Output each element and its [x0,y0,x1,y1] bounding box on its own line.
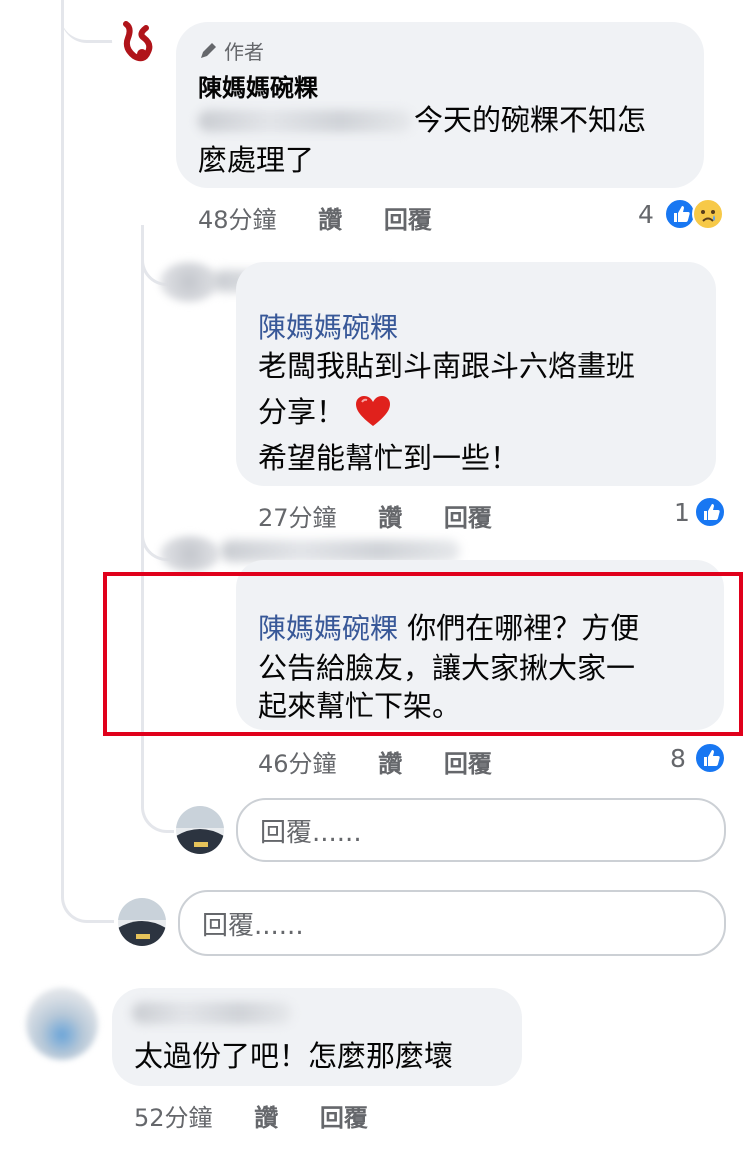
current-user-avatar[interactable] [118,898,166,946]
red-heart-icon [356,396,391,426]
comment-text-line2: 麼處理了 [198,143,315,177]
reply-meta-2: 46分鐘 讚 回覆 [258,744,526,779]
current-user-avatar[interactable] [176,806,224,854]
reaction-count[interactable]: 4 [638,200,654,229]
comment-meta-2: 52分鐘 讚 回覆 [134,1098,402,1133]
reply-text-line3: 希望能幫忙到一些！ [258,441,520,475]
comment-bubble-author: 作者 陳媽媽碗粿 今天的碗粿不知怎 麼處理了 [176,22,704,188]
reply-time: 46分鐘 [258,750,337,778]
highlight-box [103,572,743,736]
reply-action[interactable]: 回覆 [444,750,492,778]
blurred-name [220,540,460,562]
reply-input-thread[interactable]: 回覆...... [178,890,726,956]
reply-action[interactable]: 回覆 [444,504,492,532]
like-action[interactable]: 讚 [378,750,402,778]
reply-text-line2: 分享！ [258,390,392,434]
reply-input-nested[interactable]: 回覆...... [236,798,726,862]
reply-meta-1: 27分鐘 讚 回覆 [258,498,526,533]
author-badge: 作者 [198,36,264,65]
like-action[interactable]: 讚 [254,1104,278,1132]
reply-action[interactable]: 回覆 [384,206,432,234]
comment-text: 太過份了吧！怎麼那麼壞 [134,1039,454,1073]
reply-bubble-1: 陳媽媽碗粿 老闆我貼到斗南跟斗六烙畫班 分享！ 希望能幫忙到一些！ [236,262,716,486]
like-reaction-icon [694,742,726,774]
reaction-count[interactable]: 1 [674,498,690,527]
like-action[interactable]: 讚 [318,206,342,234]
reply-avatar-1[interactable] [160,262,218,302]
thread-connector-1 [61,0,113,43]
commenter-avatar[interactable] [26,988,98,1060]
author-logo-icon [113,15,163,65]
pencil-icon [201,42,216,58]
reply-text-line1: 老闆我貼到斗南跟斗六烙畫班 [258,349,636,383]
comment-author-name[interactable]: 陳媽媽碗粿 [198,68,318,103]
thread-connector-4 [141,790,174,833]
author-avatar[interactable] [112,14,164,66]
reply-action[interactable]: 回覆 [320,1104,368,1132]
mention-link[interactable]: 陳媽媽碗粿 [258,306,398,346]
thread-connector-5 [61,860,114,923]
comment-text-line1: 今天的碗粿不知怎 [414,103,647,137]
thread-line-outer [61,0,64,860]
sad-reaction-icon [692,198,724,230]
blurred-name [132,1002,292,1024]
comment-bubble-2: 太過份了吧！怎麼那麼壞 [112,988,522,1086]
reaction-count[interactable]: 8 [670,744,686,773]
reply-time: 27分鐘 [258,504,337,532]
blurred-mention [198,110,412,132]
comment-time: 48分鐘 [198,206,277,234]
comment-meta-author: 48分鐘 讚 回覆 [198,200,466,235]
like-reaction-icon [694,496,726,528]
like-action[interactable]: 讚 [378,504,402,532]
reply-avatar-2[interactable] [160,536,220,572]
comment-time: 52分鐘 [134,1104,213,1132]
